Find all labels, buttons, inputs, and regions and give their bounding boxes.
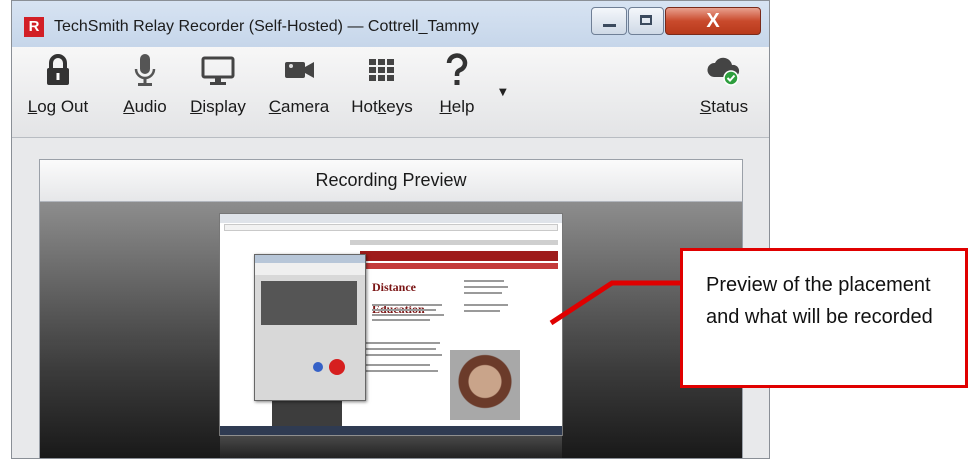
title-bar[interactable]: R TechSmith Relay Recorder (Self-Hosted)… <box>12 1 769 48</box>
toolbar-overflow-caret-icon[interactable]: ▼ <box>499 87 507 98</box>
audio-label: Audio <box>123 97 167 116</box>
logout-label: Log Out <box>27 97 89 116</box>
recording-preview-panel: Recording Preview Distance Education <box>39 159 743 458</box>
maximize-icon <box>640 15 652 25</box>
display-button[interactable]: Display <box>180 53 256 117</box>
toolbar: Log Out Audio Display Camera Hotkeys Hel… <box>12 47 769 138</box>
cloud-check-icon <box>707 57 740 86</box>
callout-text: Preview of the placement and what will b… <box>706 274 933 328</box>
thumbnail-reflection <box>220 435 562 458</box>
microphone-icon <box>134 54 156 86</box>
logout-button[interactable]: Log Out <box>18 53 98 117</box>
close-button[interactable]: X <box>665 7 761 35</box>
hotkeys-label: Hotkeys <box>351 97 413 116</box>
status-button[interactable]: Status <box>694 53 754 117</box>
question-mark-icon <box>446 53 468 85</box>
status-label: Status <box>699 97 749 116</box>
thumbnail-logo: Distance Education <box>372 280 425 316</box>
minimize-button[interactable] <box>591 7 627 35</box>
minimize-icon <box>603 24 616 27</box>
callout-box: Preview of the placement and what will b… <box>680 248 968 388</box>
keyboard-icon <box>369 59 394 81</box>
close-icon: X <box>706 10 720 32</box>
panel-title: Recording Preview <box>40 160 742 202</box>
monitor-icon <box>201 56 235 85</box>
window-title: TechSmith Relay Recorder (Self-Hosted) —… <box>54 18 480 35</box>
thumbnail-recorder-window <box>254 254 366 401</box>
video-camera-icon <box>285 62 314 78</box>
help-label: Help <box>439 97 475 116</box>
thumbnail-webcam-overlay <box>450 350 520 420</box>
preview-stage: Distance Education <box>40 202 742 458</box>
recorder-window: R TechSmith Relay Recorder (Self-Hosted)… <box>11 0 770 459</box>
camera-button[interactable]: Camera <box>259 53 339 117</box>
display-label: Display <box>190 97 246 116</box>
audio-button[interactable]: Audio <box>115 53 175 117</box>
hotkeys-button[interactable]: Hotkeys <box>343 53 421 117</box>
camera-label: Camera <box>268 97 330 116</box>
help-button[interactable]: Help <box>432 53 482 117</box>
maximize-button[interactable] <box>628 7 664 35</box>
lock-icon <box>47 54 69 85</box>
app-logo-icon: R <box>24 17 44 37</box>
screen-preview-thumbnail: Distance Education <box>220 214 562 435</box>
